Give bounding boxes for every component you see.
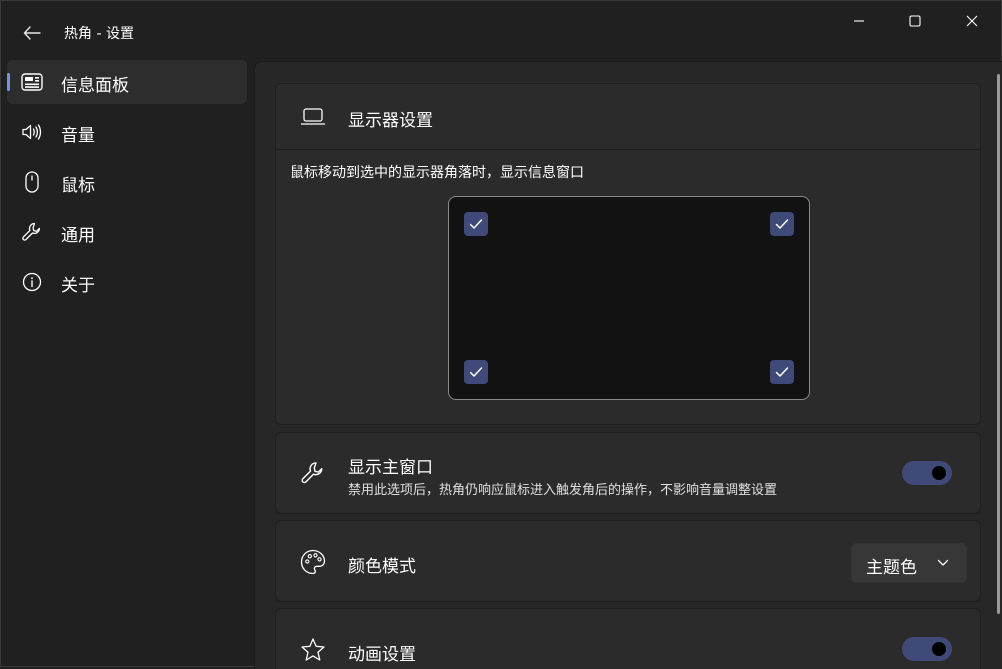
- wrench-icon: [298, 458, 328, 488]
- sidebar-item-about[interactable]: 关于: [7, 260, 247, 304]
- display-settings-title: 显示器设置: [348, 111, 433, 131]
- checkmark-icon: [469, 367, 483, 377]
- sidebar-item-label: 信息面板: [61, 76, 129, 96]
- color-mode-selected: 主题色: [866, 558, 917, 578]
- sidebar-item-general[interactable]: 通用: [7, 210, 247, 254]
- palette-icon: [298, 547, 328, 577]
- corner-checkbox-top-right[interactable]: [770, 212, 794, 236]
- display-settings-card: 显示器设置 鼠标移动到选中的显示器角落时，显示信息窗口: [275, 83, 981, 425]
- active-indicator: [7, 73, 10, 91]
- minimize-button[interactable]: [831, 1, 887, 41]
- maximize-button[interactable]: [887, 1, 943, 41]
- settings-window: 热角 - 设置 信息面板 音量 鼠标 通用 关于 显示器设置 鼠标移动到选中的显…: [0, 0, 1002, 669]
- mouse-icon: [21, 171, 43, 193]
- close-icon: [966, 15, 978, 27]
- sidebar-item-label: 关于: [61, 276, 95, 296]
- speaker-icon: [21, 122, 43, 142]
- sidebar-item-label: 音量: [61, 126, 95, 146]
- title-bar: 热角 - 设置: [1, 1, 1002, 61]
- scrollbar[interactable]: [997, 74, 1000, 614]
- show-main-window-toggle[interactable]: [902, 461, 952, 485]
- wrench-icon: [21, 222, 43, 242]
- corner-checkbox-bottom-left[interactable]: [464, 360, 488, 384]
- star-icon: [298, 635, 328, 665]
- window-title: 热角 - 设置: [64, 26, 134, 42]
- color-mode-title: 颜色模式: [348, 557, 416, 577]
- display-settings-header: 显示器设置: [276, 84, 980, 150]
- show-main-window-title: 显示主窗口: [348, 458, 433, 478]
- color-mode-card: 颜色模式 主题色: [275, 520, 981, 602]
- arrow-left-icon: [23, 26, 41, 40]
- sidebar-item-label: 通用: [61, 226, 95, 246]
- show-main-window-description: 禁用此选项后，热角仍响应鼠标进入触发角后的操作，不影响音量调整设置: [348, 483, 778, 498]
- corner-checkbox-bottom-right[interactable]: [770, 360, 794, 384]
- monitor-corner-selector: [448, 196, 810, 400]
- corner-checkbox-top-left[interactable]: [464, 212, 488, 236]
- show-main-window-card: 显示主窗口 禁用此选项后，热角仍响应鼠标进入触发角后的操作，不影响音量调整设置: [275, 432, 981, 514]
- minimize-icon: [854, 20, 864, 22]
- maximize-icon: [909, 15, 921, 27]
- sidebar-item-label: 鼠标: [61, 176, 95, 196]
- sidebar-item-volume[interactable]: 音量: [7, 110, 247, 154]
- sidebar-item-mouse[interactable]: 鼠标: [7, 160, 247, 204]
- chevron-down-icon: [936, 557, 950, 569]
- settings-content: 显示器设置 鼠标移动到选中的显示器角落时，显示信息窗口 显示主窗口 禁用此选项后…: [254, 61, 1002, 669]
- animation-title: 动画设置: [348, 645, 416, 665]
- checkmark-icon: [469, 219, 483, 229]
- display-settings-description: 鼠标移动到选中的显示器角落时，显示信息窗口: [290, 165, 584, 181]
- toggle-knob: [932, 642, 946, 656]
- laptop-icon: [298, 102, 328, 132]
- dashboard-icon: [21, 72, 43, 92]
- sidebar-item-dashboard[interactable]: 信息面板: [7, 60, 247, 104]
- toggle-knob: [932, 466, 946, 480]
- checkmark-icon: [775, 367, 789, 377]
- info-icon: [21, 272, 43, 292]
- back-button[interactable]: [15, 17, 49, 49]
- animation-card: 动画设置: [275, 608, 981, 669]
- close-button[interactable]: [944, 1, 1000, 41]
- color-mode-dropdown[interactable]: 主题色: [851, 543, 967, 583]
- checkmark-icon: [775, 219, 789, 229]
- animation-toggle[interactable]: [902, 637, 952, 661]
